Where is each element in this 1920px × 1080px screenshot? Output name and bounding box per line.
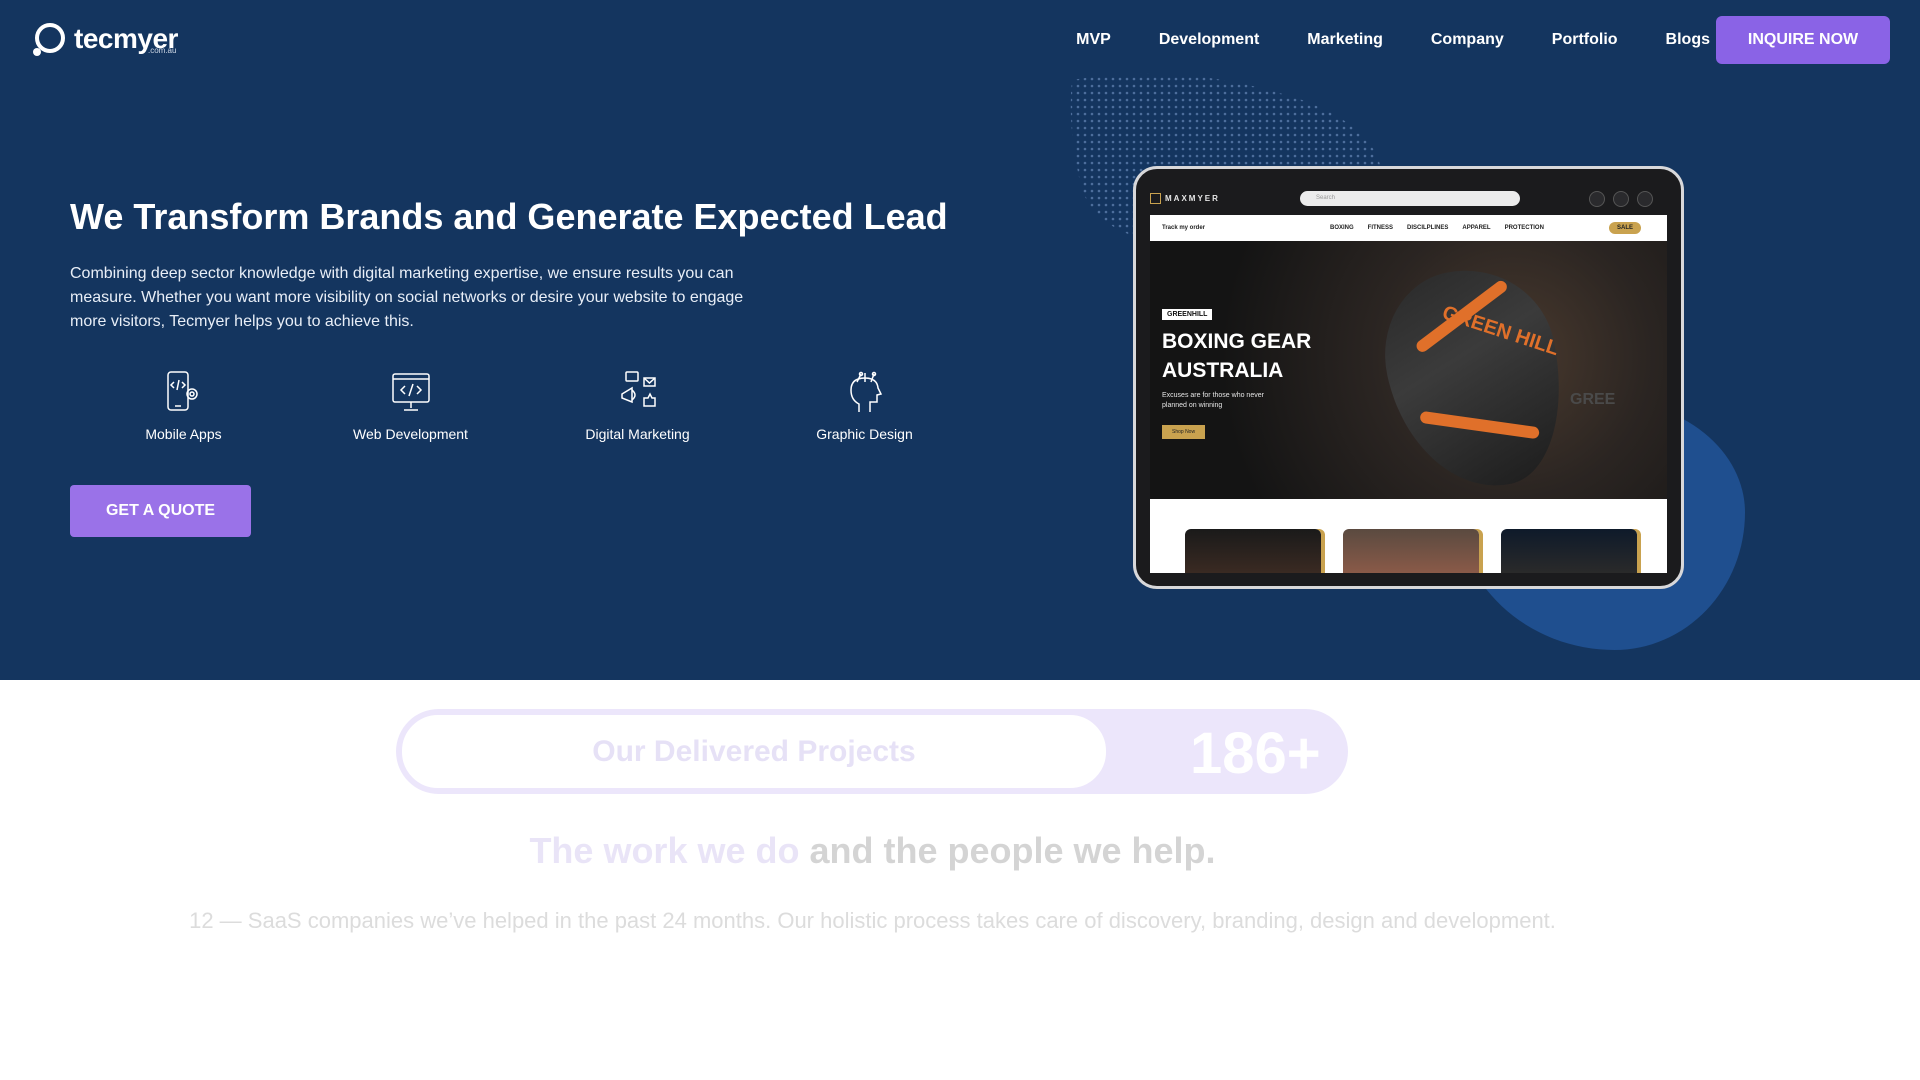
get-a-quote-button[interactable]: GET A QUOTE bbox=[70, 485, 251, 537]
mockup-search: Search bbox=[1300, 191, 1520, 206]
mockup-product-card bbox=[1501, 529, 1637, 573]
work-title-rest: and the people we help. bbox=[799, 830, 1216, 871]
work-title-accent: The work we do bbox=[529, 830, 800, 871]
service-graphic-design[interactable]: Graphic Design bbox=[751, 370, 978, 442]
mockup-tag: GREENHILL bbox=[1162, 309, 1213, 320]
mockup-brand-name: MAXMYER bbox=[1165, 193, 1220, 203]
inquire-now-button[interactable]: INQUIRE NOW bbox=[1716, 16, 1890, 64]
service-label: Digital Marketing bbox=[585, 426, 690, 442]
nav-item-development[interactable]: Development bbox=[1159, 28, 1259, 52]
mockup-menu-item: APPAREL bbox=[1462, 225, 1491, 231]
mockup-menu-item: DISCILPLINES bbox=[1407, 225, 1449, 231]
logo-domain: .com.au bbox=[148, 46, 177, 55]
user-icon bbox=[1637, 191, 1653, 207]
work-title: The work we do and the people we help. bbox=[0, 830, 1745, 872]
service-web-development[interactable]: Web Development bbox=[297, 370, 524, 442]
mockup-sale-badge: SALE bbox=[1608, 222, 1641, 234]
hero-description: Combining deep sector knowledge with dig… bbox=[70, 265, 744, 330]
service-label: Web Development bbox=[353, 426, 468, 442]
hero-title: We Transform Brands and Generate Expecte… bbox=[70, 196, 948, 237]
service-digital-marketing[interactable]: Digital Marketing bbox=[524, 370, 751, 442]
mockup-header-icons bbox=[1589, 191, 1653, 207]
service-label: Graphic Design bbox=[816, 426, 913, 442]
nav-item-company[interactable]: Company bbox=[1431, 28, 1504, 52]
graphic-design-icon bbox=[849, 371, 882, 412]
nav-item-marketing[interactable]: Marketing bbox=[1307, 28, 1383, 52]
mockup-menu: BOXING FITNESS DISCILPLINES APPAREL PROT… bbox=[1330, 225, 1544, 231]
projects-count: 186+ bbox=[1190, 721, 1321, 786]
mockup-product-card bbox=[1343, 529, 1479, 573]
mockup-menu-item: BOXING bbox=[1330, 225, 1354, 231]
service-label: Mobile Apps bbox=[145, 426, 222, 442]
nav-item-portfolio[interactable]: Portfolio bbox=[1552, 28, 1618, 52]
glove-stripe bbox=[1419, 410, 1540, 440]
main-nav: MVP Development Marketing Company Portfo… bbox=[1076, 28, 1710, 52]
nav-item-blogs[interactable]: Blogs bbox=[1666, 28, 1710, 52]
mockup-menu-bar: Track my order BOXING FITNESS DISCILPLIN… bbox=[1150, 215, 1667, 241]
mockup-product-card bbox=[1185, 529, 1321, 573]
glove-brand-text-right: GREE bbox=[1570, 391, 1616, 408]
services-list: Mobile Apps Web Development Digital Mark… bbox=[70, 370, 978, 442]
mockup-header: MAXMYER Search bbox=[1150, 183, 1667, 213]
digital-marketing-icon bbox=[620, 371, 656, 407]
mockup-shop-button: Shop Now bbox=[1162, 425, 1206, 439]
mockup-products bbox=[1150, 499, 1667, 573]
mockup-brand: MAXMYER bbox=[1150, 192, 1220, 204]
hero-section: tecmyer .com.au MVP Development Marketin… bbox=[0, 0, 1920, 680]
mockup-banner: GREEN HILL GREE GREENHILL BOXING GEAR AU… bbox=[1150, 241, 1667, 499]
tablet-mockup: MAXMYER Search Track my order BOXING FIT… bbox=[1133, 166, 1684, 589]
mockup-title: BOXING GEAR AUSTRALIA bbox=[1162, 330, 1312, 382]
projects-label-box: Our Delivered Projects bbox=[398, 711, 1110, 792]
projects-label: Our Delivered Projects bbox=[592, 734, 916, 768]
mobile-app-icon bbox=[166, 371, 198, 411]
work-description: 12 — SaaS companies we’ve helped in the … bbox=[189, 908, 1556, 933]
nav-item-mvp[interactable]: MVP bbox=[1076, 28, 1111, 52]
mockup-menu-item: PROTECTION bbox=[1504, 225, 1544, 231]
boxing-glove-graphic bbox=[1368, 253, 1582, 499]
mockup-subtitle: Excuses are for those who never planned … bbox=[1162, 392, 1264, 409]
web-development-icon bbox=[391, 373, 430, 411]
mockup-menu-item: FITNESS bbox=[1367, 225, 1394, 231]
heart-icon bbox=[1589, 191, 1605, 207]
mockup-track-order: Track my order bbox=[1162, 225, 1206, 231]
service-mobile-apps[interactable]: Mobile Apps bbox=[70, 370, 297, 442]
mockup-logo-icon bbox=[1150, 192, 1161, 204]
logo-ring-icon bbox=[33, 23, 65, 56]
cart-icon bbox=[1613, 191, 1629, 207]
